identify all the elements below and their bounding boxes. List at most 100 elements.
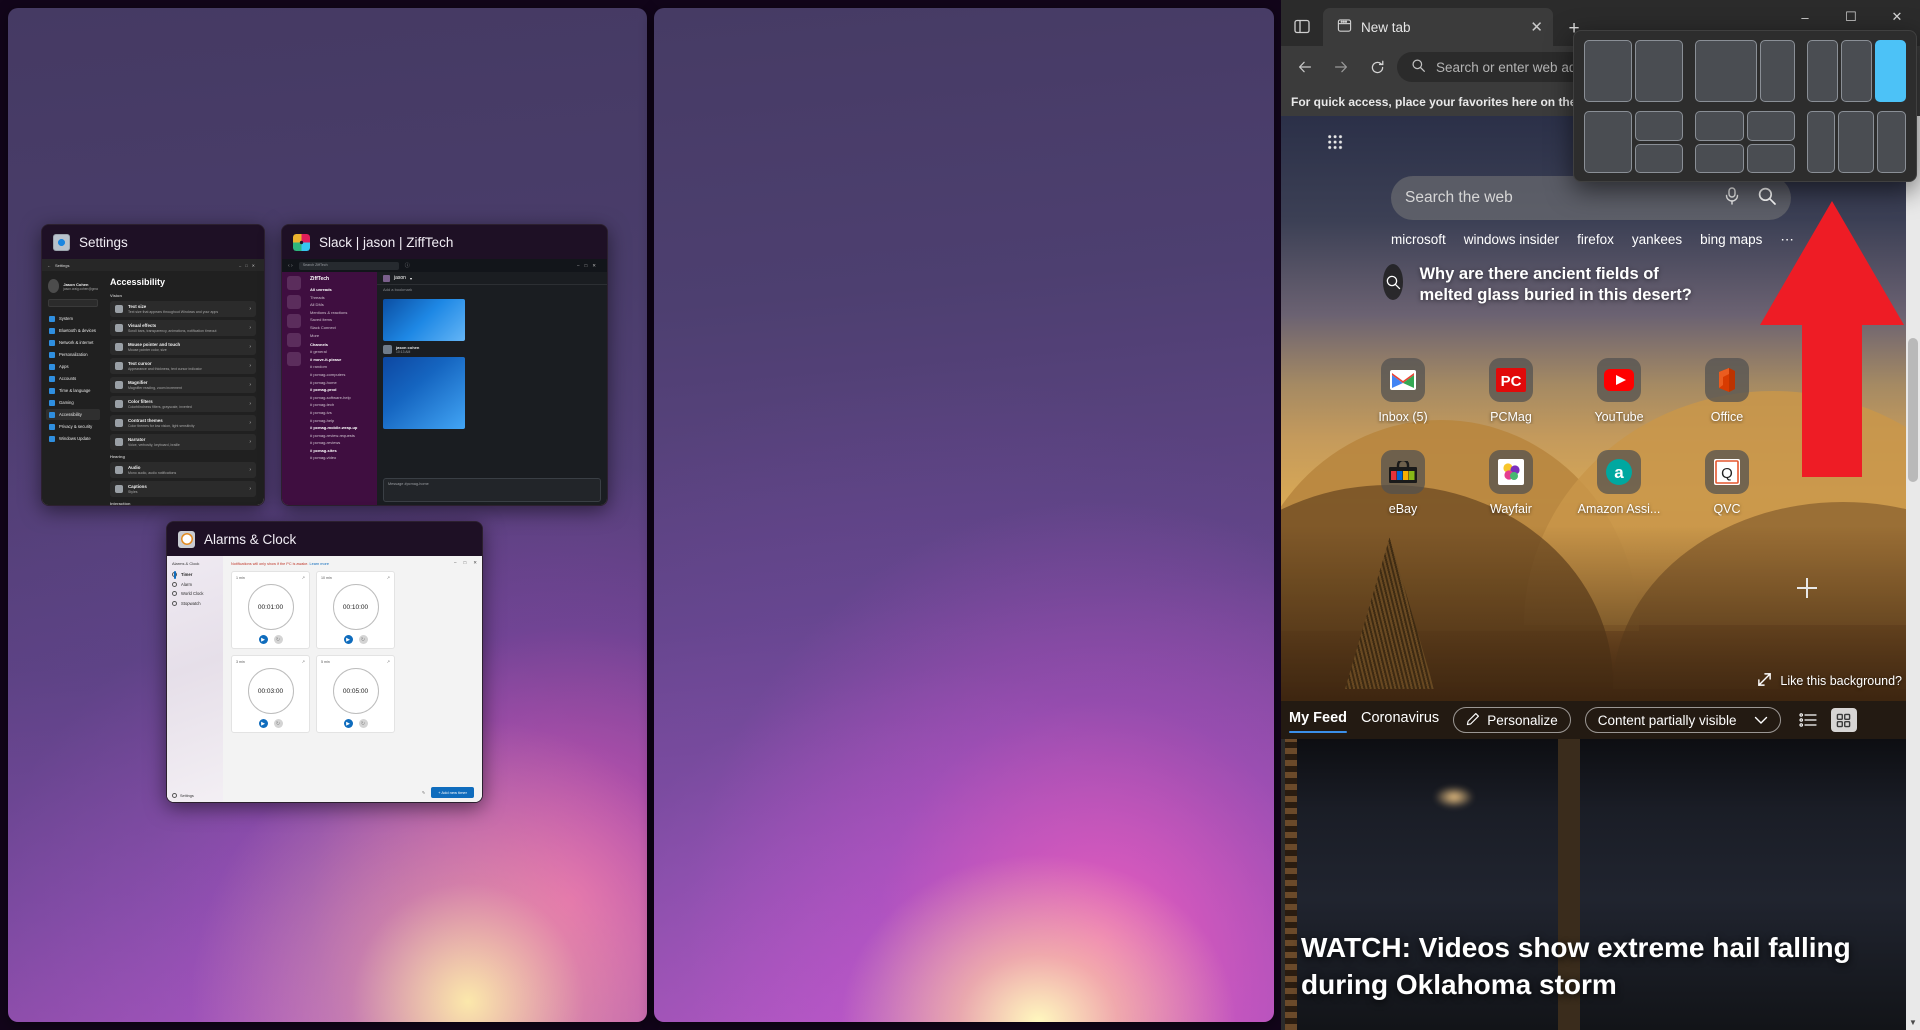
snap-column[interactable] xyxy=(1759,40,1795,102)
forward-arrow-icon[interactable] xyxy=(1325,51,1357,83)
scrollbar-thumb[interactable] xyxy=(1908,338,1918,482)
slack-channel-item[interactable]: # pcmag-home xyxy=(310,380,372,385)
close-button[interactable]: ✕ xyxy=(1874,0,1920,34)
snap-pane[interactable] xyxy=(1840,40,1872,102)
window-thumbnail-alarms-clock[interactable]: Alarms & Clock Alarms & Clock Timer Alar… xyxy=(166,521,483,803)
settings-row[interactable]: Magnifier Magnifier reading, zoom increme… xyxy=(110,377,256,393)
task-view[interactable]: Settings ← Settings –□✕ Jason Cohen jaso… xyxy=(0,0,1281,1030)
settings-nav-items[interactable]: System Bluetooth & devices Network & int… xyxy=(46,313,100,444)
snap-pane[interactable] xyxy=(1635,143,1684,173)
timer-play-button[interactable]: ▶ xyxy=(343,635,353,644)
expand-icon[interactable]: ↗ xyxy=(302,659,305,664)
timer-play-button[interactable]: ▶ xyxy=(258,635,268,644)
window-thumbnail-settings[interactable]: Settings ← Settings –□✕ Jason Cohen jaso… xyxy=(41,224,265,506)
settings-nav-item[interactable]: Time & language xyxy=(46,385,100,396)
settings-profile[interactable]: Jason Cohen jason.craig.cohen@gmail.com xyxy=(48,279,98,293)
timer-reset-button[interactable]: ↻ xyxy=(358,719,368,728)
settings-nav-item[interactable]: Apps xyxy=(46,361,100,372)
snap-column[interactable] xyxy=(1635,40,1684,102)
add-new-timer-button[interactable]: + Add new timer xyxy=(431,787,474,798)
virtual-desktop-1[interactable] xyxy=(8,8,647,1022)
workspace-icon[interactable] xyxy=(286,352,301,366)
window-thumbnail-slack[interactable]: Slack | jason | ZiffTech ‹ › Search Ziff… xyxy=(281,224,608,506)
snap-column[interactable] xyxy=(1695,40,1757,102)
alarms-window-controls[interactable]: – □ ✕ xyxy=(454,560,477,566)
slack-sections[interactable]: All unreads Threads All DMs Mentions & reac… xyxy=(310,287,372,338)
snap-pane[interactable] xyxy=(1635,40,1684,102)
browser-tab-new-tab[interactable]: New tab ✕ xyxy=(1323,8,1553,46)
feed-tab-my-feed[interactable]: My Feed xyxy=(1289,710,1348,733)
settings-nav-item[interactable]: Accounts xyxy=(46,373,100,384)
snap-pane[interactable] xyxy=(1877,111,1906,173)
slack-section-item[interactable]: Mentions & reactions xyxy=(310,310,372,315)
settings-nav-item[interactable]: Windows Update xyxy=(46,433,100,444)
slack-section-item[interactable]: More xyxy=(310,333,372,338)
slack-channel-item[interactable]: # pcmag-mobile-wrap-up xyxy=(310,425,372,430)
slack-channel-item[interactable]: # pcmag-review-requests xyxy=(310,433,372,438)
timer-card[interactable]: 10 min ↗ 00:10:00 ▶ ↻ xyxy=(316,571,395,649)
tab-actions-icon[interactable] xyxy=(1281,6,1323,46)
settings-nav-item[interactable]: Personalization xyxy=(46,349,100,360)
alarms-nav-items[interactable]: Timer Alarm World Clock Stopwatch xyxy=(172,570,218,606)
slack-add-bookmark[interactable]: Add a bookmark xyxy=(377,285,607,294)
slack-channels-label[interactable]: Channels xyxy=(310,342,372,347)
snap-layout-option-three-vertical[interactable] xyxy=(1806,111,1906,173)
slack-section-item[interactable]: Threads xyxy=(310,295,372,300)
ntp-suggestions[interactable]: microsoft windows insider firefox yankees bi… xyxy=(1391,232,1811,248)
snap-pane[interactable] xyxy=(1806,40,1838,102)
ntp-suggestion[interactable]: microsoft xyxy=(1391,232,1446,248)
expand-icon[interactable]: ↗ xyxy=(302,575,305,580)
settings-nav[interactable]: Jason Cohen jason.craig.cohen@gmail.com … xyxy=(42,271,104,505)
slack-channel-item[interactable]: # move-it-please xyxy=(310,357,372,362)
slack-section-item[interactable]: All DMs xyxy=(310,302,372,307)
ntp-tile[interactable]: Wayfair xyxy=(1467,450,1555,516)
snap-pane[interactable] xyxy=(1806,111,1836,173)
learn-more-link[interactable]: Learn more xyxy=(310,562,329,566)
slack-channel-item[interactable]: # pcmag-reviews xyxy=(310,440,372,445)
slack-channel-item[interactable]: # pcmag-computers xyxy=(310,372,372,377)
settings-row[interactable]: Contrast themes Color themes for low visi… xyxy=(110,415,256,431)
content-visibility-select[interactable]: Content partially visible xyxy=(1584,707,1781,733)
settings-nav-item[interactable]: Network & internet xyxy=(46,337,100,348)
settings-row[interactable]: Narrator Voice, verbosity, keyboard, brai… xyxy=(110,434,256,450)
snap-column[interactable] xyxy=(1584,40,1633,102)
snap-pane[interactable] xyxy=(1695,111,1744,141)
workspace-icon[interactable] xyxy=(286,295,301,309)
timer-play-button[interactable]: ▶ xyxy=(258,719,268,728)
window-controls[interactable]: – ☐ ✕ xyxy=(1782,0,1920,34)
microphone-icon[interactable] xyxy=(1723,186,1741,211)
ntp-suggestion[interactable]: yankees xyxy=(1632,232,1682,248)
ntp-tile[interactable]: Inbox (5) xyxy=(1359,358,1447,424)
ntp-hero-question[interactable]: Why are there ancient fields of melted g… xyxy=(1383,264,1713,307)
slack-channel-list[interactable]: # general # move-it-please # random # pcmag… xyxy=(310,349,372,460)
timer-play-button[interactable]: ▶ xyxy=(343,719,353,728)
slack-workspace-name[interactable]: ZiffTech xyxy=(310,276,372,282)
settings-search-input[interactable] xyxy=(48,299,98,307)
page-scrollbar[interactable]: ▲ ▼ xyxy=(1906,116,1920,1030)
slack-compose-box[interactable]: Message #pcmag-home xyxy=(383,478,601,502)
settings-nav-item[interactable]: Privacy & security xyxy=(46,421,100,432)
feed-toolbar[interactable]: My Feed Coronavirus Personalize Content … xyxy=(1281,701,1920,739)
message-image[interactable] xyxy=(383,357,465,429)
settings-row[interactable]: Text size Text size that appears througho… xyxy=(110,301,256,317)
timer-reset-button[interactable]: ↻ xyxy=(358,635,368,644)
snap-layouts-flyout[interactable] xyxy=(1573,30,1917,182)
slack-section-item[interactable]: Slack Connect xyxy=(310,325,372,330)
settings-row[interactable]: Mouse pointer and touch Mouse pointer col… xyxy=(110,339,256,355)
ntp-suggestion[interactable]: windows insider xyxy=(1464,232,1559,248)
snap-pane[interactable] xyxy=(1695,143,1744,173)
workspace-icon[interactable] xyxy=(286,314,301,328)
timer-card[interactable]: 5 min ↗ 00:05:00 ▶ ↻ xyxy=(316,655,395,733)
virtual-desktop-2[interactable] xyxy=(654,8,1274,1022)
snap-column[interactable] xyxy=(1635,111,1684,173)
snap-pane[interactable] xyxy=(1746,143,1795,173)
settings-nav-item[interactable]: System xyxy=(46,313,100,324)
snap-pane[interactable] xyxy=(1874,40,1906,102)
ntp-suggestion[interactable]: bing maps xyxy=(1700,232,1762,248)
snap-column[interactable] xyxy=(1806,111,1836,173)
snap-pane[interactable] xyxy=(1584,40,1633,102)
snap-layout-option-three-columns[interactable] xyxy=(1806,40,1906,102)
settings-nav-item[interactable]: Bluetooth & devices xyxy=(46,325,100,336)
snap-pane[interactable] xyxy=(1759,40,1795,102)
ntp-search-box[interactable]: Search the web xyxy=(1391,176,1791,220)
